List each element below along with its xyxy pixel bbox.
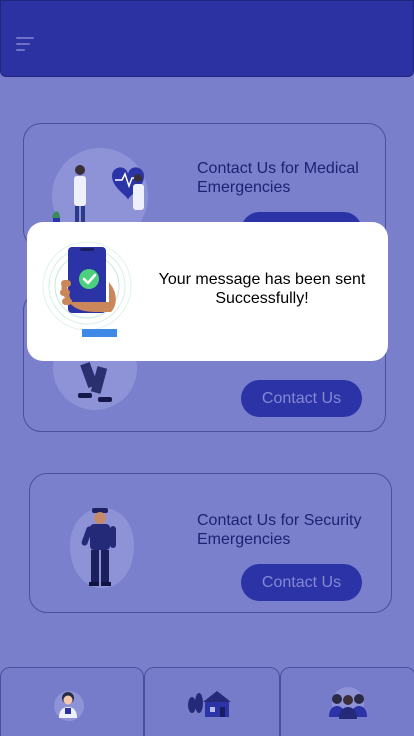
tab-community[interactable] (144, 667, 280, 736)
police-officer-illustration (70, 508, 134, 588)
tab-medical[interactable] (0, 667, 144, 736)
success-message: Your message has been sent Successfully! (158, 271, 366, 307)
security-card-title: Contact Us for Security Emergencies (197, 512, 362, 548)
tab-people[interactable] (280, 667, 414, 736)
hamburger-menu-icon[interactable] (16, 37, 34, 51)
fire-contact-button[interactable]: Contact Us (241, 380, 362, 417)
phone-checkmark-icon (42, 241, 132, 337)
medical-card-title: Contact Us for Medical Emergencies (197, 160, 359, 196)
medical-staff-icon (54, 691, 84, 721)
security-emergency-card: Contact Us for Security Emergencies Cont… (29, 473, 392, 613)
success-modal: Your message has been sent Successfully! (27, 222, 388, 361)
security-contact-button[interactable]: Contact Us (241, 564, 362, 601)
people-group-icon (329, 687, 367, 719)
app-header (0, 0, 414, 77)
neighborhood-icon (188, 691, 231, 717)
